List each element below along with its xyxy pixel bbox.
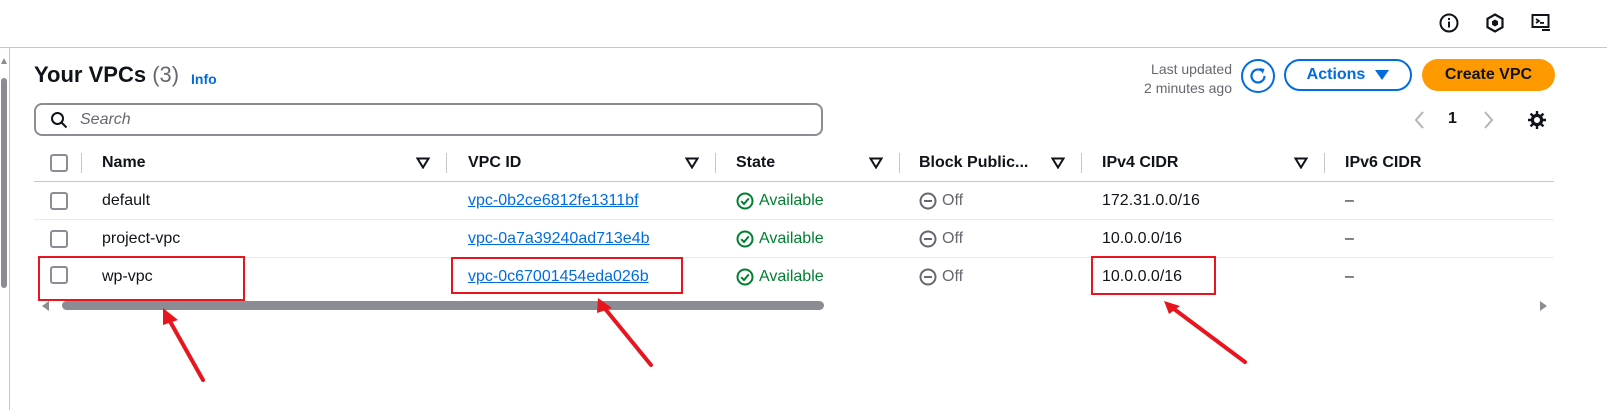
column-divider [1081,153,1082,173]
search-input[interactable] [80,110,780,129]
row-checkbox[interactable] [50,192,68,210]
vpc-count: (3) [152,62,180,87]
ipv6-cidr: – [1345,191,1354,209]
actions-button[interactable]: Actions [1284,59,1412,91]
minus-circle-icon [919,230,937,247]
chevron-right-icon [1484,111,1494,129]
next-page-button[interactable] [1478,108,1498,132]
block-public-status: Off [919,182,963,219]
left-scrollbar[interactable] [0,48,10,410]
last-updated-label: Last updated [1151,61,1232,77]
vpc-state-label: Available [759,267,824,285]
horizontal-scroll-thumb[interactable] [62,301,824,310]
vpc-state: Available [736,220,824,257]
sort-icon[interactable] [685,157,699,169]
last-updated-time: 2 minutes ago [1144,80,1232,96]
page-title-text: Your VPCs [34,62,147,87]
refresh-button[interactable] [1241,59,1275,93]
column-divider [81,153,82,173]
block-public-label: Off [942,267,964,285]
scroll-thumb[interactable] [1,78,7,288]
last-updated: Last updated 2 minutes ago [1120,60,1232,98]
vpc-id-link[interactable]: vpc-0b2ce6812fe1311bf [468,182,639,219]
scroll-up-arrow-icon[interactable] [1,58,7,64]
sort-icon[interactable] [869,157,883,169]
search-icon [51,111,68,128]
highlight-box-vpc-id [451,257,683,294]
create-vpc-button[interactable]: Create VPC [1422,59,1555,91]
column-header-block-public[interactable]: Block Public... [919,144,1028,182]
column-divider [899,153,900,173]
block-public-label: Off [942,191,964,209]
sort-icon[interactable] [1051,157,1065,169]
block-public-label: Off [942,229,964,247]
column-header-name[interactable]: Name [102,144,146,182]
column-divider [1324,153,1325,173]
refresh-icon [1250,68,1266,84]
check-circle-icon [736,192,754,209]
actions-button-label: Actions [1306,66,1366,83]
ipv6-cidr: – [1345,229,1354,247]
vpc-state: Available [736,258,824,295]
info-circle-icon[interactable] [1438,12,1460,34]
cloudshell-icon[interactable] [1530,12,1552,34]
column-header-vpc-id[interactable]: VPC ID [468,144,521,182]
table-row[interactable]: default vpc-0b2ce6812fe1311bf Available … [34,182,1554,220]
table-header: Name VPC ID State Block Public... IPv4 C… [34,144,1554,182]
hexagon-settings-icon[interactable] [1484,12,1506,34]
chevron-left-icon [1414,111,1424,129]
column-header-ipv6-cidr[interactable]: IPv6 CIDR [1345,144,1421,182]
scroll-right-arrow-icon[interactable] [1540,301,1547,311]
sort-icon[interactable] [416,157,430,169]
block-public-status: Off [919,258,963,295]
sort-icon[interactable] [1294,157,1308,169]
previous-page-button[interactable] [1410,108,1430,132]
gear-icon[interactable] [1526,109,1548,131]
block-public-status: Off [919,220,963,257]
row-checkbox[interactable] [50,230,68,248]
column-divider [715,153,716,173]
column-divider [446,153,447,173]
column-header-ipv4-cidr[interactable]: IPv4 CIDR [1102,144,1178,182]
page-number[interactable]: 1 [1448,110,1457,128]
horizontal-scrollbar[interactable] [42,300,1547,312]
check-circle-icon [736,268,754,285]
ipv6-cidr: – [1345,267,1354,285]
column-header-state[interactable]: State [736,144,775,182]
highlight-box-name [38,256,245,301]
scroll-left-arrow-icon[interactable] [42,301,49,311]
vpc-name: project-vpc [102,229,181,247]
top-bar [0,0,1607,48]
search-bar[interactable] [34,103,823,136]
table-row[interactable]: project-vpc vpc-0a7a39240ad713e4b Availa… [34,220,1554,258]
vpc-name: default [102,191,151,209]
vpc-id-link[interactable]: vpc-0a7a39240ad713e4b [468,220,650,257]
minus-circle-icon [919,268,937,285]
vpc-state-label: Available [759,229,824,247]
ipv4-cidr: 10.0.0.0/16 [1102,229,1183,247]
ipv4-cidr: 172.31.0.0/16 [1102,191,1200,209]
minus-circle-icon [919,192,937,209]
vpc-state-label: Available [759,191,824,209]
select-all-checkbox[interactable] [50,154,68,172]
caret-down-icon [1375,70,1390,80]
table-row[interactable]: wp-vpc vpc-0c67001454eda026b Available O… [34,258,1554,296]
info-link[interactable]: Info [191,71,217,87]
highlight-box-ipv4 [1091,256,1216,295]
page-title: Your VPCs (3) [34,62,179,88]
check-circle-icon [736,230,754,247]
vpc-state: Available [736,182,824,219]
